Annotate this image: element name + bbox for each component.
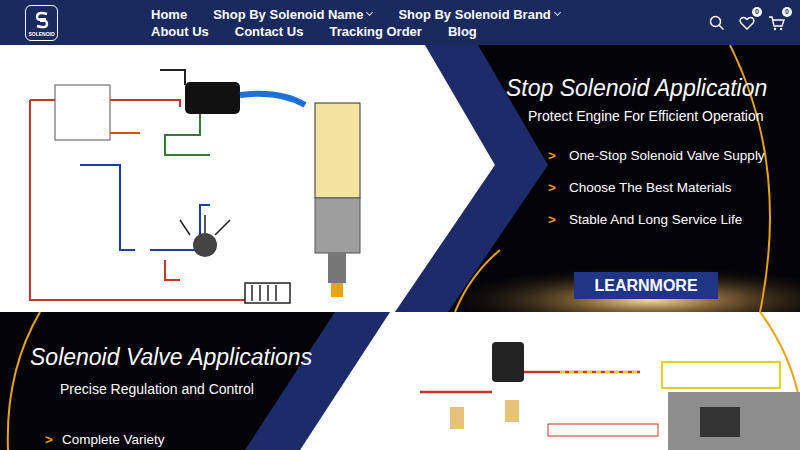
feature-item: >Choose The Best Materials: [548, 179, 765, 197]
cart-count-badge: 0: [782, 7, 792, 17]
nav-link[interactable]: Tracking Order: [329, 23, 421, 40]
bullet-marker: >: [548, 179, 569, 197]
feature-text: One-Stop Solenoid Valve Supply: [569, 147, 765, 165]
banner-title: Solenoid Valve Applications: [30, 342, 312, 372]
nav-link[interactable]: Shop By Solenoid Name: [213, 6, 372, 23]
nav-link[interactable]: Contact Us: [235, 23, 304, 40]
feature-text: Complete Variety: [62, 431, 165, 449]
nav-label: Shop By Solenoid Brand: [398, 6, 550, 23]
logo[interactable]: SOLENOID: [25, 5, 58, 41]
logo-text: SOLENOID: [28, 31, 54, 37]
chevron-down-icon: [554, 9, 561, 16]
main-nav: Home Shop By Solenoid Name Shop By Solenoi…: [151, 6, 621, 40]
bullet-marker: >: [548, 147, 569, 165]
header-icons: 0 0: [708, 14, 786, 32]
hero-banner: Stop Solenoid Application Protect Engine …: [0, 45, 800, 312]
relay-diagram-image: [420, 342, 800, 450]
banner-subtitle: Protect Engine For Efficient Operation: [528, 107, 764, 125]
feature-text: Stable And Long Service Life: [569, 211, 742, 229]
feature-text: Choose The Best Materials: [569, 179, 732, 197]
banner-title: Stop Solenoid Application: [506, 73, 767, 103]
bullet-marker: >: [45, 431, 62, 449]
feature-list: >Complete Variety: [45, 431, 165, 449]
nav-link[interactable]: About Us: [151, 23, 209, 40]
cart-button[interactable]: 0: [768, 14, 786, 32]
chevron-down-icon: [366, 9, 373, 16]
feature-list: >One-Stop Solenoid Valve Supply>Choose T…: [548, 147, 765, 229]
nav-label: Blog: [448, 23, 477, 40]
nav-link[interactable]: Home: [151, 6, 187, 23]
nav-label: Home: [151, 6, 187, 23]
nav-label: About Us: [151, 23, 209, 40]
wiring-diagram-image: [0, 45, 470, 312]
search-icon[interactable]: [708, 14, 726, 32]
nav-label: Contact Us: [235, 23, 304, 40]
feature-item: >Stable And Long Service Life: [548, 211, 765, 229]
nav-label: Shop By Solenoid Name: [213, 6, 363, 23]
nav-link[interactable]: Shop By Solenoid Brand: [398, 6, 559, 23]
feature-item: >One-Stop Solenoid Valve Supply: [548, 147, 765, 165]
banner-subtitle: Precise Regulation and Control: [60, 380, 254, 398]
bullet-marker: >: [548, 211, 569, 229]
solenoid-logo-icon: [31, 9, 53, 31]
nav-link[interactable]: Blog: [448, 23, 477, 40]
site-header: SOLENOID Home Shop By Solenoid Name Shop B…: [0, 0, 800, 45]
wishlist-count-badge: 0: [752, 7, 762, 17]
learn-more-button[interactable]: LEARNMORE: [574, 272, 718, 299]
feature-item: >Complete Variety: [45, 431, 165, 449]
wishlist-button[interactable]: 0: [738, 14, 756, 32]
nav-label: Tracking Order: [329, 23, 421, 40]
applications-banner: Solenoid Valve Applications Precise Regul…: [0, 312, 800, 450]
